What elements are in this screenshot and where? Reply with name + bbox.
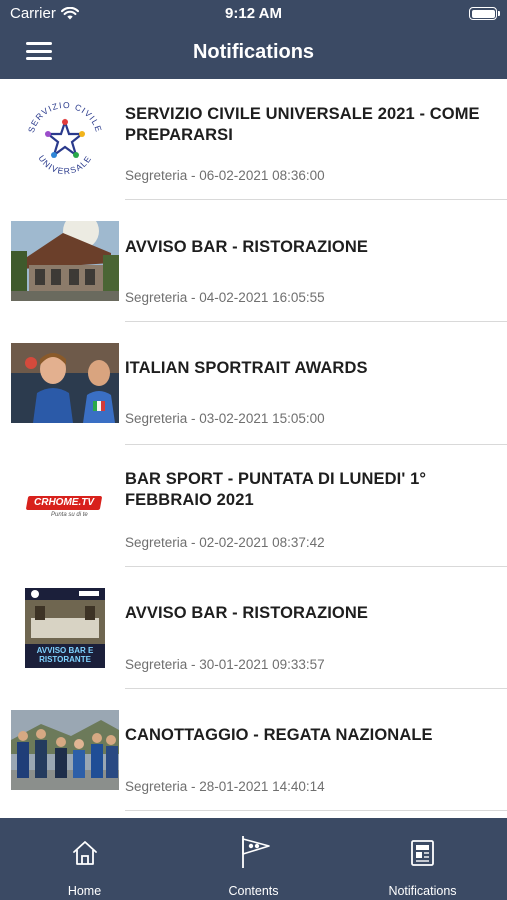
athletes-photo bbox=[11, 343, 119, 424]
battery-icon bbox=[469, 7, 500, 20]
notification-title: BAR SPORT - PUNTATA DI LUNEDI' 1° FEBBRA… bbox=[125, 469, 427, 509]
status-bar: Carrier 9:12 AM bbox=[0, 0, 507, 28]
building-photo bbox=[11, 221, 119, 301]
list-item[interactable]: CANOTTAGGIO - REGATA NAZIONALE Segreteri… bbox=[0, 689, 507, 812]
notification-meta: Segreteria - 28-01-2021 14:40:14 bbox=[125, 779, 325, 795]
page-title: Notifications bbox=[192, 41, 315, 63]
tab-label: Home bbox=[67, 884, 102, 898]
divider bbox=[125, 810, 507, 812]
crhome-tv-logo: CRHOME.TV Punta su di te bbox=[11, 465, 119, 546]
svg-text:SERVIZIO CIVILE: SERVIZIO CIVILE bbox=[26, 100, 104, 134]
home-icon bbox=[72, 841, 97, 865]
list-item[interactable]: AVVISO BAR E RISTORANTE AVVISO BAR - RIS… bbox=[0, 567, 507, 690]
list-item[interactable]: SERVIZIO CIVILE UNIVERSALE SERVIZIO CIVI… bbox=[0, 79, 507, 200]
notification-meta: Segreteria - 30-01-2021 09:33:57 bbox=[125, 656, 325, 672]
tab-label: Notifications bbox=[388, 884, 457, 898]
notification-meta: Segreteria - 06-02-2021 08:36:00 bbox=[125, 168, 325, 183]
status-time: 9:12 AM bbox=[225, 5, 282, 22]
notification-meta: Segreteria - 02-02-2021 08:37:42 bbox=[125, 534, 325, 550]
tab-notifications[interactable]: Notifications bbox=[338, 818, 507, 900]
app-header: Carrier 9:12 AM Notifications bbox=[0, 0, 507, 79]
tab-bar: Home Contents Notifications bbox=[0, 818, 507, 900]
newspaper-icon bbox=[410, 840, 434, 866]
notification-meta: Segreteria - 04-02-2021 16:05:55 bbox=[125, 290, 325, 305]
notification-title: AVVISO BAR - RISTORAZIONE bbox=[125, 603, 368, 622]
notification-list[interactable]: SERVIZIO CIVILE UNIVERSALE SERVIZIO CIVI… bbox=[0, 79, 507, 818]
list-item[interactable]: ITALIAN SPORTRAIT AWARDS Segreteria - 03… bbox=[0, 322, 507, 445]
rowing-team-photo bbox=[11, 710, 119, 791]
notification-title: CANOTTAGGIO - REGATA NAZIONALE bbox=[125, 726, 433, 745]
svg-text:UNIVERSALE: UNIVERSALE bbox=[36, 153, 93, 176]
tab-label: Contents bbox=[228, 884, 279, 898]
notification-title: SERVIZIO CIVILE UNIVERSALE 2021 - COME P… bbox=[125, 105, 480, 144]
notification-meta: Segreteria - 03-02-2021 15:05:00 bbox=[125, 411, 325, 427]
notification-title: AVVISO BAR - RISTORAZIONE bbox=[125, 238, 368, 256]
notification-title: ITALIAN SPORTRAIT AWARDS bbox=[125, 359, 368, 378]
list-item[interactable]: AVVISO BAR - RISTORAZIONE Segreteria - 0… bbox=[0, 200, 507, 323]
flag-icon bbox=[241, 836, 270, 868]
tab-home[interactable]: Home bbox=[0, 818, 169, 900]
tab-contents[interactable]: Contents bbox=[169, 818, 338, 900]
list-item[interactable]: CRHOME.TV Punta su di te BAR SPORT - PUN… bbox=[0, 445, 507, 567]
servizio-civile-logo: SERVIZIO CIVILE UNIVERSALE bbox=[11, 100, 119, 180]
bar-poster: AVVISO BAR E RISTORANTE bbox=[25, 587, 105, 668]
